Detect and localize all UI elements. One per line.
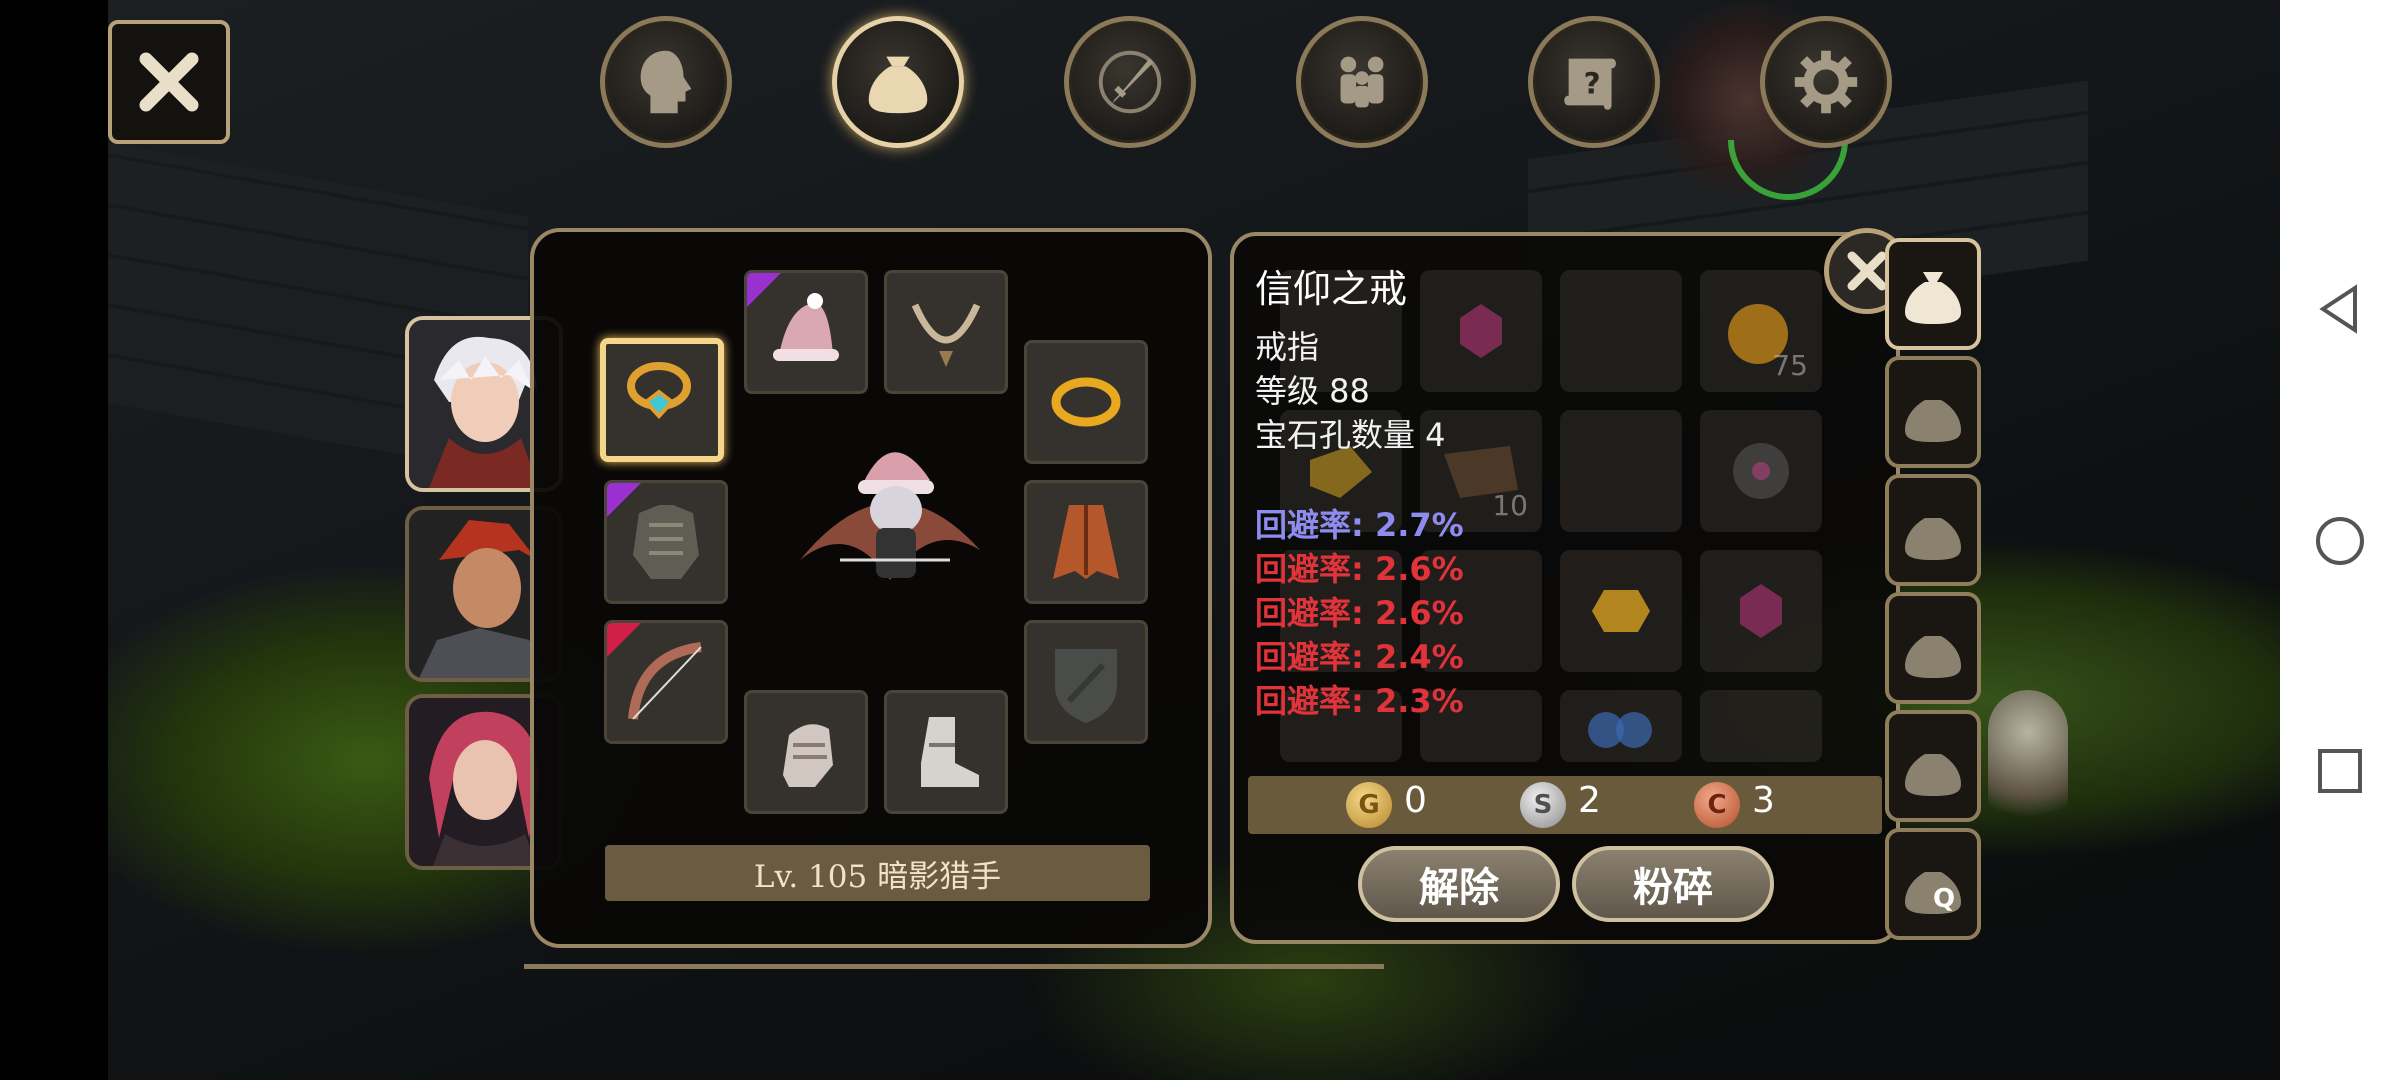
inventory-slot[interactable] [1560,550,1682,672]
gauntlet-icon [783,724,833,787]
inventory-slot[interactable] [1700,550,1822,672]
ruby-gem-icon [1460,304,1502,358]
equip-slot-helmet[interactable] [744,270,868,394]
item-socket-count: 宝石孔数量 4 [1255,416,1446,454]
tab-settings[interactable] [1760,16,1892,148]
panel-divider [524,964,1384,969]
inventory-slot[interactable] [1560,690,1682,762]
bag-icon [1905,518,1961,560]
item-stat-line: 回避率: 2.3% [1255,682,1464,720]
item-type: 戒指 [1255,328,1320,366]
inventory-slot[interactable]: 75 [1700,270,1822,392]
bag-icon [1905,754,1961,796]
close-button[interactable] [108,20,230,144]
svg-text:?: ? [1584,67,1601,101]
equip-slot-necklace[interactable] [884,270,1008,394]
equip-slot-cloak[interactable] [1024,480,1148,604]
silver-amount: 2 [1578,780,1601,821]
quest-bag-letter: Q [1933,884,1956,914]
item-stat-line: 回避率: 2.4% [1255,638,1464,676]
equip-slot-weapon[interactable] [604,620,728,744]
party-icon [1340,56,1384,108]
unequip-button[interactable]: 解除 [1358,846,1560,922]
shatter-button[interactable]: 粉碎 [1572,846,1774,922]
gear-icon [1794,50,1858,114]
armor-icon [633,505,699,579]
back-icon[interactable] [2313,282,2367,336]
bow-icon [628,642,702,720]
item-stack-count: 75 [1772,349,1808,382]
bag-tab-5[interactable] [1885,710,1981,822]
inventory-slot[interactable] [1560,410,1682,532]
bag-tab-quest[interactable]: Q [1885,828,1981,940]
bag-tab-4[interactable] [1885,592,1981,704]
tab-inventory[interactable] [832,16,964,148]
dark-orb-icon [1733,443,1789,499]
boots-icon [921,717,979,787]
ruby-gem-icon [1740,584,1782,638]
item-stat-line: 回避率: 2.6% [1255,550,1464,588]
equip-slot-boots[interactable] [884,690,1008,814]
equip-slot-gloves[interactable] [744,690,868,814]
recents-icon[interactable] [2313,744,2367,798]
close-icon [1847,251,1887,291]
gold-coin-icon: G [1346,782,1392,828]
equip-slot-shield[interactable] [1024,620,1148,744]
home-icon[interactable] [2313,514,2367,568]
sword-compass-icon [1098,50,1162,114]
copper-amount: 3 [1752,780,1775,821]
inventory-slot[interactable] [1420,270,1542,392]
item-stack-count: 10 [1492,489,1528,522]
shield-silhouette-icon [1055,649,1117,723]
bag-tab-2[interactable] [1885,356,1981,468]
inventory-slot[interactable] [1700,690,1822,762]
necklace-icon [911,303,981,367]
bag-tab-3[interactable] [1885,474,1981,586]
item-level: 等级 88 [1255,372,1370,410]
equip-slot-ring-left[interactable] [600,338,724,462]
item-stat-line: 回避率: 2.7% [1255,506,1464,544]
gold-amount: 0 [1404,780,1427,821]
bag-icon [1905,272,1961,324]
inventory-slot[interactable] [1560,270,1682,392]
item-name: 信仰之戒 [1255,267,1408,311]
background-npc [1988,690,2068,830]
equip-slot-ring-right[interactable] [1024,340,1148,464]
head-profile-icon [640,50,692,114]
gem-ring-icon [627,362,691,419]
tab-party[interactable] [1296,16,1428,148]
item-stat-line: 回避率: 2.6% [1255,594,1464,632]
close-icon [139,52,199,112]
equip-slot-armor[interactable] [604,480,728,604]
bag-icon [868,56,928,114]
bag-icon [1905,400,1961,442]
cloak-icon [1053,505,1119,579]
tab-character[interactable] [600,16,732,148]
bag-icon [1905,636,1961,678]
gold-ring-icon [1051,377,1121,427]
blue-ore-icon [1588,712,1652,748]
character-preview-sprite [780,410,1000,630]
bag-tab-1[interactable] [1885,238,1981,350]
silver-coin-icon: S [1520,782,1566,828]
scroll-icon: ? [1564,58,1616,110]
santa-hat-icon [773,293,839,361]
tab-skills[interactable] [1064,16,1196,148]
character-level-label: Lv. 105 暗影猎手 [605,845,1150,901]
copper-coin-icon: C [1694,782,1740,828]
inventory-slot[interactable] [1700,410,1822,532]
tab-quests[interactable]: ? [1528,16,1660,148]
topaz-gem-icon [1592,590,1650,632]
